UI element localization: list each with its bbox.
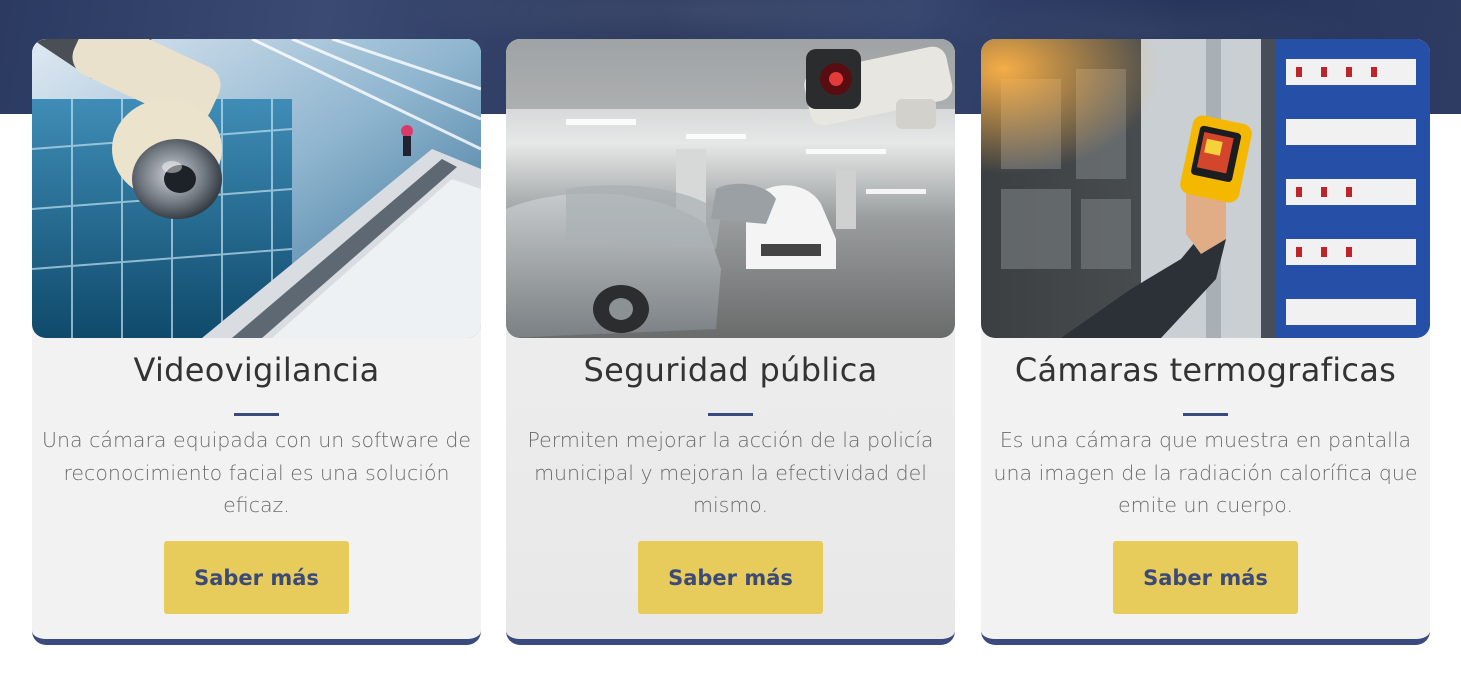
saber-mas-button[interactable]: Saber más	[1113, 541, 1298, 614]
dome-camera-photo	[32, 39, 481, 338]
saber-mas-button[interactable]: Saber más	[164, 541, 349, 614]
card-image-dome-camera	[32, 39, 481, 338]
card-description: Es una cámara que muestra en pantalla un…	[993, 428, 1418, 517]
card-title: Videovigilancia	[133, 351, 380, 389]
title-divider	[234, 413, 279, 416]
service-card-camaras-termograficas: Cámaras termograficas Es una cámara que …	[981, 39, 1430, 645]
card-title: Cámaras termograficas	[1014, 351, 1397, 389]
card-description: Una cámara equipada con un software de r…	[42, 428, 471, 517]
title-divider	[1183, 413, 1228, 416]
card-title: Seguridad pública	[583, 351, 878, 389]
service-card-seguridad-publica: Seguridad pública Permiten mejorar la ac…	[506, 39, 955, 645]
service-card-videovigilancia: Videovigilancia Una cámara equipada con …	[32, 39, 481, 645]
card-description: Permiten mejorar la acción de la policía…	[527, 428, 934, 517]
thermal-camera-photo	[981, 39, 1430, 338]
card-image-thermal-camera	[981, 39, 1430, 338]
saber-mas-button[interactable]: Saber más	[638, 541, 823, 614]
card-image-parking-camera	[506, 39, 955, 338]
title-divider	[708, 413, 753, 416]
parking-camera-photo	[506, 39, 955, 338]
